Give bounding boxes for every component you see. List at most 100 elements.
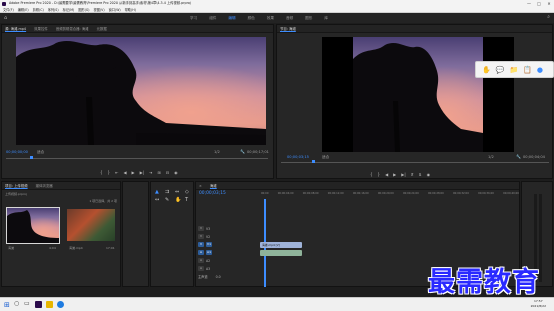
master-volume[interactable]: 0.0 — [216, 275, 221, 279]
audio-clip[interactable] — [260, 250, 302, 256]
timeline-close-icon[interactable]: × — [199, 184, 202, 188]
lift-icon[interactable]: ⊼ — [411, 172, 414, 177]
file-explorer-icon[interactable] — [46, 301, 53, 308]
menu-graphics[interactable]: 图形(G) — [78, 7, 89, 12]
workspace-tab-audio[interactable]: 音频 — [286, 13, 293, 23]
maximize-button[interactable]: □ — [534, 0, 544, 7]
track-target-toggle[interactable]: V — [198, 226, 204, 231]
program-step-back-icon[interactable]: ◀ — [385, 172, 388, 177]
pen-tool-icon[interactable]: ✎ — [165, 197, 173, 203]
close-button[interactable]: ✕ — [544, 0, 554, 7]
help-icon[interactable]: ● — [537, 66, 543, 74]
menu-marker[interactable]: 标记(M) — [63, 7, 75, 12]
menu-sequence[interactable]: 序列(S) — [48, 7, 59, 12]
go-to-out-icon[interactable]: ⇥ — [149, 170, 152, 175]
track-target-toggle[interactable]: V — [198, 242, 204, 247]
overwrite-icon[interactable]: ⊟ — [166, 170, 169, 175]
track-label[interactable]: V1 — [206, 242, 212, 247]
menu-file[interactable]: 文件(F) — [3, 7, 14, 12]
track-select-tool-icon[interactable]: ⇉ — [165, 189, 173, 195]
ruler-tick: 00;00;24;00 — [402, 192, 419, 195]
track-label[interactable]: A1 — [206, 250, 212, 255]
type-tool-icon[interactable]: T — [185, 197, 193, 203]
program-scrubber[interactable] — [281, 162, 549, 163]
project-item-thumbnail[interactable] — [6, 207, 60, 244]
insert-icon[interactable]: ⊞ — [157, 170, 160, 175]
program-play-icon[interactable]: ▶ — [393, 172, 396, 177]
track-target-toggle[interactable]: A — [198, 250, 204, 255]
taskbar-search-icon[interactable]: ○ — [14, 300, 19, 307]
menu-edit[interactable]: 编辑(E) — [18, 7, 29, 12]
workspace-tab-color[interactable]: 颜色 — [248, 13, 255, 23]
project-item-thumbnail[interactable] — [67, 209, 115, 241]
step-back-icon[interactable]: ◀ — [123, 170, 126, 175]
track-target-toggle[interactable]: V — [198, 234, 204, 239]
tab-effect-controls[interactable]: 效果控件 — [34, 27, 48, 31]
windows-start-icon[interactable]: ⊞ — [4, 301, 10, 309]
timeline-ruler[interactable]: 00;00 00;00;04;00 00;00;08;00 00;00;12;0… — [261, 192, 519, 200]
program-mark-out-icon[interactable]: } — [378, 172, 381, 177]
razor-tool-icon[interactable]: ◇ — [185, 189, 193, 195]
go-to-in-icon[interactable]: ⇤ — [115, 170, 118, 175]
tab-program[interactable]: 节目: 海滩 — [280, 27, 296, 31]
menu-window[interactable]: 窗口(W) — [109, 7, 121, 12]
workspace-tab-learn[interactable]: 学习 — [190, 13, 197, 23]
workspace-tab-editing[interactable]: 编辑 — [228, 13, 235, 23]
workspace-tab-libraries[interactable]: 库 — [324, 13, 328, 23]
chat-icon[interactable]: 💬 — [496, 66, 505, 74]
export-frame-icon[interactable]: ◉ — [174, 170, 178, 175]
source-scrubber[interactable] — [6, 158, 268, 159]
track-target-toggle[interactable]: A — [198, 266, 204, 271]
slip-tool-icon[interactable]: ↔ — [155, 197, 163, 203]
tab-audio-clip-mixer[interactable]: 音频剪辑混合器: 海滩 — [56, 27, 89, 31]
source-timecode[interactable]: 00;00;00;00 — [6, 150, 28, 154]
folder-icon[interactable]: 📁 — [509, 66, 518, 74]
source-fit-select[interactable]: 适合 — [37, 150, 44, 155]
program-mark-in-icon[interactable]: { — [370, 172, 373, 177]
selection-tool-icon[interactable]: ▲ — [155, 189, 163, 195]
video-clip[interactable]: 海滩.mp4 [V] — [260, 242, 302, 248]
search-icon[interactable]: ⌕ — [547, 14, 550, 20]
wrench-icon[interactable]: 🔧 — [240, 149, 245, 154]
source-playhead[interactable] — [30, 156, 33, 159]
workspace-tab-graphics[interactable]: 图形 — [305, 13, 312, 23]
workspace-tab-effects[interactable]: 效果 — [267, 13, 274, 23]
menu-clip[interactable]: 剪辑(C) — [33, 7, 44, 12]
project-item-name[interactable]: 海滩.mp4 — [69, 246, 83, 250]
tab-sequence[interactable]: 海滩 — [210, 184, 217, 188]
mark-out-icon[interactable]: } — [108, 170, 111, 175]
program-step-forward-icon[interactable]: ▶| — [401, 172, 405, 177]
timeline-timecode[interactable]: 00;00;03;15 — [199, 191, 226, 196]
browser-icon[interactable] — [57, 301, 64, 308]
program-wrench-icon[interactable]: 🔧 — [516, 154, 521, 159]
track-target-toggle[interactable]: A — [198, 258, 204, 263]
project-item-name[interactable]: 海滩 — [8, 246, 14, 250]
clipboard-icon[interactable]: 📋 — [523, 66, 532, 74]
track-label: A2 — [206, 258, 211, 263]
step-forward-icon[interactable]: ▶| — [140, 170, 144, 175]
mark-in-icon[interactable]: { — [100, 170, 103, 175]
tab-metadata[interactable]: 元数据 — [97, 27, 107, 31]
menu-help[interactable]: 帮助(H) — [125, 7, 136, 12]
program-scale-select[interactable]: 1/2 — [488, 155, 494, 159]
hand-tool-icon[interactable]: ✋ — [175, 197, 183, 203]
menu-view[interactable]: 视图(V) — [94, 7, 105, 12]
source-scale-select[interactable]: 1/2 — [214, 150, 220, 154]
play-icon[interactable]: ▶ — [132, 170, 135, 175]
minimize-button[interactable]: — — [524, 0, 534, 7]
ripple-edit-tool-icon[interactable]: ⇔ — [175, 189, 183, 195]
tab-source[interactable]: 源: 海滩.mp4 — [5, 27, 26, 31]
program-timecode[interactable]: 00;00;03;15 — [287, 155, 309, 159]
home-icon[interactable]: ⌂ — [4, 15, 7, 21]
premiere-taskbar-icon[interactable] — [35, 301, 42, 308]
extract-icon[interactable]: ⊻ — [419, 172, 422, 177]
tab-project[interactable]: 项目: 上传视频 — [5, 184, 28, 188]
program-playhead[interactable] — [312, 160, 315, 163]
workspace-tab-assembly[interactable]: 组件 — [209, 13, 216, 23]
tab-media-browser[interactable]: 媒体浏览器 — [36, 184, 53, 188]
program-export-frame-icon[interactable]: ◉ — [427, 172, 431, 177]
task-view-icon[interactable]: ▭ — [24, 300, 30, 307]
taskbar-clock[interactable]: 17:57 2021/8/22 — [531, 299, 546, 309]
hand-icon[interactable]: ✋ — [482, 66, 491, 74]
program-fit-select[interactable]: 适合 — [322, 155, 329, 160]
